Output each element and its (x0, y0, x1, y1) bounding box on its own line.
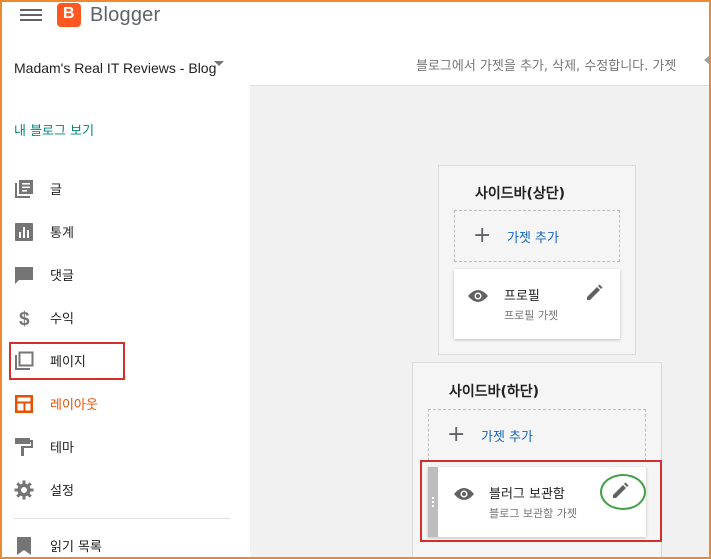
view-blog-link[interactable]: 내 블로그 보기 (14, 120, 94, 139)
section-title: 사이드바(상단) (475, 186, 566, 202)
stats-icon (15, 223, 33, 241)
sidebar-divider (14, 518, 230, 519)
sidebar-item-label: 수익 (50, 312, 74, 327)
sidebar-item-posts[interactable]: 글 (2, 170, 250, 208)
sidebar-item-label: 테마 (50, 441, 74, 456)
sidebar-item-theme[interactable]: 테마 (2, 428, 250, 466)
sidebar-item-stats[interactable]: 통계 (2, 213, 250, 251)
sidebar-item-earnings[interactable]: $ 수익 (2, 299, 250, 337)
gadget-title: 프로필 (504, 289, 540, 304)
sidebar-item-reading-list[interactable]: 읽기 목록 (2, 527, 250, 557)
screenshot-frame: B Blogger Madam's Real IT Reviews - Blog… (0, 0, 711, 559)
plus-icon: + (447, 422, 466, 447)
logo-letter: B (63, 5, 75, 22)
plus-icon: + (473, 223, 492, 248)
posts-icon (15, 180, 33, 198)
menu-icon[interactable] (20, 6, 42, 24)
app-title: Blogger (90, 4, 161, 26)
section-sidebar-top: 사이드바(상단) + 가젯 추가 프로필 프로필 가젯 (438, 165, 636, 355)
chevron-down-icon[interactable] (214, 61, 224, 66)
add-gadget-label: 가젯 추가 (507, 231, 559, 246)
sidebar-item-label: 레이아웃 (50, 398, 98, 413)
sidebar: Madam's Real IT Reviews - Blog 내 블로그 보기 … (2, 44, 250, 557)
sidebar-item-label: 설정 (50, 484, 74, 499)
sidebar-item-settings[interactable]: 설정 (2, 471, 250, 509)
comments-icon (15, 267, 33, 284)
sidebar-item-label: 통계 (50, 226, 74, 241)
edit-pencil-icon[interactable] (584, 283, 604, 303)
bookmark-icon (17, 537, 31, 555)
sidebar-item-layout[interactable]: 레이아웃 (2, 385, 250, 423)
add-gadget-button[interactable]: + 가젯 추가 (454, 210, 620, 262)
gear-icon (14, 480, 34, 500)
gadget-subtitle: 프로필 가젯 (504, 309, 559, 322)
sidebar-item-comments[interactable]: 댓글 (2, 256, 250, 294)
layout-icon (15, 395, 33, 413)
top-bar: B Blogger (2, 2, 709, 44)
page-description-bar: 블로그에서 가젯을 추가, 삭제, 수정합니다. 가젯 (250, 44, 709, 86)
scroll-left-icon[interactable] (704, 56, 709, 64)
blogger-logo-icon: B (57, 3, 81, 27)
add-gadget-button[interactable]: + 가젯 추가 (428, 409, 646, 461)
sidebar-item-label: 댓글 (50, 269, 74, 284)
dollar-icon: $ (19, 309, 30, 328)
paint-roller-icon (15, 438, 33, 456)
svg-text:$: $ (19, 309, 30, 328)
eye-icon[interactable] (468, 289, 488, 303)
edit-button-highlight-circle (600, 474, 646, 510)
sidebar-item-label: 읽기 목록 (50, 540, 102, 555)
blog-selector[interactable]: Madam's Real IT Reviews - Blog (14, 54, 234, 82)
sidebar-item-label: 글 (50, 183, 62, 198)
section-title: 사이드바(하단) (449, 384, 540, 400)
gadget-card-profile[interactable]: 프로필 프로필 가젯 (454, 269, 620, 339)
layout-highlight-box (9, 342, 125, 380)
layout-canvas: 사이드바(상단) + 가젯 추가 프로필 프로필 가젯 사이드바(하단) + 가… (250, 86, 709, 557)
page-description: 블로그에서 가젯을 추가, 삭제, 수정합니다. 가젯 (416, 59, 677, 74)
add-gadget-label: 가젯 추가 (481, 430, 533, 445)
